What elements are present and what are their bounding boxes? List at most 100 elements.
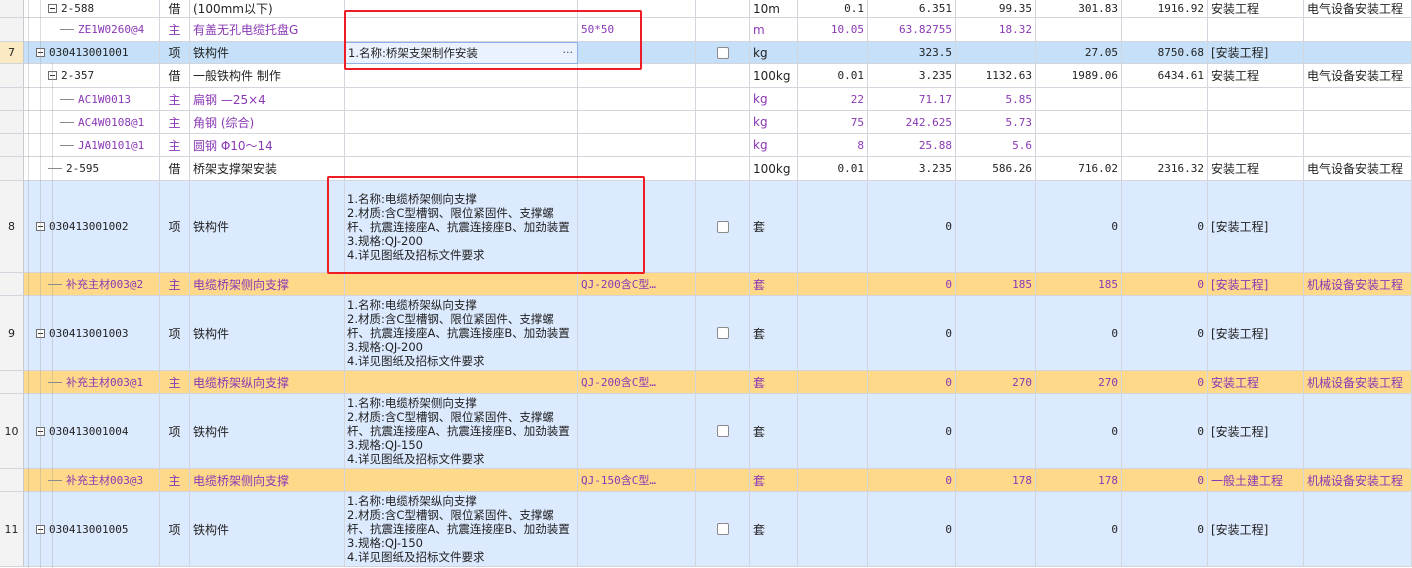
item-category-cell[interactable]: 借 <box>160 64 190 88</box>
row-checkbox[interactable] <box>716 523 729 535</box>
item-spec-cell[interactable] <box>578 42 696 64</box>
item-code-cell[interactable]: 补充主材003@1 <box>24 371 160 394</box>
item-feature-description[interactable] <box>345 157 578 181</box>
item-category-cell[interactable]: 主 <box>160 88 190 111</box>
item-code-cell[interactable]: AC1W0013 <box>24 88 160 111</box>
amount-3-cell[interactable]: 0 <box>1122 296 1208 371</box>
item-spec-cell[interactable]: 50*50 <box>578 18 696 42</box>
discipline-cell[interactable]: [安装工程] <box>1208 181 1304 273</box>
amount-3-cell[interactable]: 6434.61 <box>1122 64 1208 88</box>
price-cell[interactable]: 0 <box>868 492 956 567</box>
sub-discipline-cell[interactable] <box>1304 181 1412 273</box>
sub-discipline-cell[interactable] <box>1304 111 1412 134</box>
item-name-cell[interactable]: 扁钢 —25×4 <box>190 88 345 111</box>
item-spec-cell[interactable] <box>578 394 696 469</box>
amount-2-cell[interactable]: 27.05 <box>1036 42 1122 64</box>
row-checkbox-cell[interactable] <box>696 157 750 181</box>
item-spec-cell[interactable] <box>578 64 696 88</box>
amount-3-cell[interactable]: 0 <box>1122 492 1208 567</box>
amount-1-cell[interactable]: 99.35 <box>956 0 1036 18</box>
quantity-cell[interactable] <box>798 42 868 64</box>
sub-discipline-cell[interactable] <box>1304 18 1412 42</box>
item-feature-description[interactable] <box>345 88 578 111</box>
discipline-cell[interactable] <box>1208 134 1304 157</box>
sub-discipline-cell[interactable]: 电气设备安装工程 <box>1304 64 1412 88</box>
item-code-cell[interactable]: 030413001003 <box>24 296 160 371</box>
amount-2-cell[interactable]: 270 <box>1036 371 1122 394</box>
row-checkbox-cell[interactable] <box>696 394 750 469</box>
price-cell[interactable]: 0 <box>868 371 956 394</box>
amount-1-cell[interactable]: 5.85 <box>956 88 1036 111</box>
price-cell[interactable]: 71.17 <box>868 88 956 111</box>
item-category-cell[interactable]: 主 <box>160 111 190 134</box>
table-row[interactable]: AC4W0108@1 主角钢 (综合) kg 75 242.625 5.73 <box>0 111 1412 134</box>
amount-3-cell[interactable] <box>1122 88 1208 111</box>
amount-1-cell[interactable]: 1132.63 <box>956 64 1036 88</box>
amount-3-cell[interactable] <box>1122 111 1208 134</box>
price-cell[interactable]: 0 <box>868 273 956 296</box>
row-checkbox-cell[interactable] <box>696 88 750 111</box>
item-spec-cell[interactable]: QJ-200含C型… <box>578 371 696 394</box>
amount-3-cell[interactable]: 2316.32 <box>1122 157 1208 181</box>
quantity-cell[interactable] <box>798 469 868 492</box>
item-name-cell[interactable]: 铁构件 <box>190 181 345 273</box>
item-name-cell[interactable]: 铁构件 <box>190 296 345 371</box>
item-name-cell[interactable]: 角钢 (综合) <box>190 111 345 134</box>
quantity-cell[interactable]: 0.1 <box>798 0 868 18</box>
item-code-cell[interactable]: JA1W0101@1 <box>24 134 160 157</box>
price-cell[interactable]: 0 <box>868 181 956 273</box>
item-code-cell[interactable]: 2-357 <box>24 64 160 88</box>
table-row[interactable]: 补充主材003@2 主电缆桥架侧向支撑 QJ-200含C型… 套 0 185 185 0 [安装… <box>0 273 1412 296</box>
table-row[interactable]: 10 030413001004 项铁构件 1.名称:电缆桥架侧向支撑 2.材质:含C型… <box>0 394 1412 469</box>
item-name-cell[interactable]: 圆钢 Φ10～14 <box>190 134 345 157</box>
amount-2-cell[interactable]: 1989.06 <box>1036 64 1122 88</box>
sub-discipline-cell[interactable] <box>1304 394 1412 469</box>
item-category-cell[interactable]: 主 <box>160 18 190 42</box>
item-feature-description[interactable] <box>345 18 578 42</box>
unit-cell[interactable]: 套 <box>750 296 798 371</box>
item-code-cell[interactable]: AC4W0108@1 <box>24 111 160 134</box>
price-cell[interactable]: 0 <box>868 469 956 492</box>
discipline-cell[interactable]: 安装工程 <box>1208 371 1304 394</box>
table-row[interactable]: 2-595 借桥架支撑架安装 100kg 0.01 3.235 586.26 716.02 2… <box>0 157 1412 181</box>
row-checkbox-cell[interactable] <box>696 371 750 394</box>
unit-cell[interactable]: kg <box>750 134 798 157</box>
item-feature-description[interactable] <box>345 469 578 492</box>
table-row[interactable]: 8 030413001002 项铁构件 1.名称:电缆桥架侧向支撑 2.材质:含C型槽… <box>0 181 1412 273</box>
item-code-cell[interactable]: 030413001002 <box>24 181 160 273</box>
unit-cell[interactable]: 套 <box>750 181 798 273</box>
table-row[interactable]: 补充主材003@1 主电缆桥架纵向支撑 QJ-200含C型… 套 0 270 270 0 安装工… <box>0 371 1412 394</box>
row-checkbox-cell[interactable] <box>696 492 750 567</box>
item-name-cell[interactable]: 电缆桥架侧向支撑 <box>190 469 345 492</box>
discipline-cell[interactable]: [安装工程] <box>1208 42 1304 64</box>
item-code-cell[interactable]: 030413001005 <box>24 492 160 567</box>
item-feature-description[interactable] <box>345 134 578 157</box>
item-code-cell[interactable]: 2-588 <box>24 0 160 18</box>
item-feature-description[interactable] <box>345 64 578 88</box>
sub-discipline-cell[interactable]: 电气设备安装工程 <box>1304 0 1412 18</box>
amount-2-cell[interactable]: 178 <box>1036 469 1122 492</box>
item-name-cell[interactable]: 电缆桥架纵向支撑 <box>190 371 345 394</box>
amount-2-cell[interactable] <box>1036 18 1122 42</box>
amount-1-cell[interactable] <box>956 492 1036 567</box>
discipline-cell[interactable] <box>1208 18 1304 42</box>
item-feature-description[interactable] <box>345 111 578 134</box>
item-spec-cell[interactable] <box>578 0 696 18</box>
amount-2-cell[interactable]: 0 <box>1036 296 1122 371</box>
item-spec-cell[interactable] <box>578 492 696 567</box>
collapse-icon[interactable] <box>48 4 57 13</box>
item-category-cell[interactable]: 项 <box>160 296 190 371</box>
unit-cell[interactable]: 100kg <box>750 64 798 88</box>
table-row[interactable]: JA1W0101@1 主圆钢 Φ10～14 kg 8 25.88 5.6 <box>0 134 1412 157</box>
item-category-cell[interactable]: 主 <box>160 134 190 157</box>
quantity-cell[interactable] <box>798 371 868 394</box>
table-row[interactable]: 补充主材003@3 主电缆桥架侧向支撑 QJ-150含C型… 套 0 178 178 0 一般土… <box>0 469 1412 492</box>
unit-cell[interactable]: 套 <box>750 492 798 567</box>
item-category-cell[interactable]: 借 <box>160 0 190 18</box>
item-feature-description[interactable]: 1.名称:电缆桥架纵向支撑 2.材质:含C型槽钢、限位紧固件、支撑螺杆、抗震连接… <box>345 492 578 567</box>
discipline-cell[interactable] <box>1208 111 1304 134</box>
row-checkbox-cell[interactable] <box>696 64 750 88</box>
discipline-cell[interactable]: 一般土建工程 <box>1208 469 1304 492</box>
amount-2-cell[interactable]: 0 <box>1036 181 1122 273</box>
sub-discipline-cell[interactable]: 电气设备安装工程 <box>1304 157 1412 181</box>
